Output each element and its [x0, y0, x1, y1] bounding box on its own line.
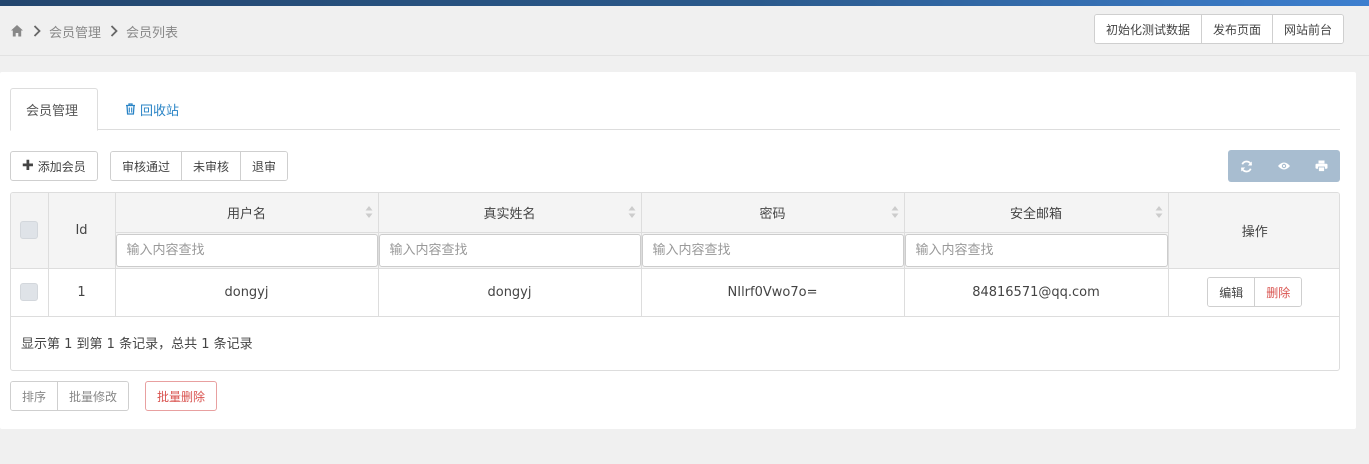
pagination-summary: 显示第 1 到第 1 条记录，总共 1 条记录: [11, 315, 1339, 369]
refresh-icon[interactable]: [1228, 150, 1265, 182]
select-all-cell: [11, 193, 49, 269]
add-member-label: 添加会员: [37, 159, 86, 174]
batch-delete-button[interactable]: 批量删除: [146, 382, 217, 410]
column-label-password: 密码: [759, 206, 786, 222]
sort-icon[interactable]: [891, 205, 899, 219]
breadcrumb-item-member-management[interactable]: 会员管理: [49, 22, 101, 41]
filter-cell-email: [903, 231, 1169, 269]
reject-review-button[interactable]: 退审: [240, 152, 288, 180]
chevron-right-icon: [33, 25, 41, 37]
init-test-data-button[interactable]: 初始化测试数据: [1094, 15, 1201, 43]
row-checkbox[interactable]: [20, 283, 39, 301]
trash-icon: [125, 103, 136, 115]
unreviewed-button[interactable]: 未审核: [181, 152, 241, 180]
tab-member-management[interactable]: 会员管理: [10, 88, 98, 131]
cell-realname: dongyj: [377, 267, 642, 317]
column-header-id: Id: [47, 193, 116, 269]
publish-page-button[interactable]: 发布页面: [1200, 15, 1272, 43]
add-member-wrapper: ✚ 添加会员: [10, 151, 98, 181]
password-filter-input[interactable]: [641, 233, 904, 267]
cell-email: 84816571@qq.com: [903, 267, 1169, 317]
column-header-username[interactable]: 用户名: [114, 193, 379, 233]
tab-recycle-bin[interactable]: 回收站: [110, 88, 194, 130]
sort-button[interactable]: 排序: [11, 382, 58, 410]
cell-password: NIlrf0Vwo7o=: [640, 267, 905, 317]
username-filter-input[interactable]: [115, 233, 378, 267]
sort-icon[interactable]: [365, 205, 373, 219]
cell-id: 1: [47, 267, 116, 317]
eye-icon[interactable]: [1265, 150, 1302, 182]
column-header-actions: 操作: [1167, 193, 1339, 269]
batch-delete-wrapper: 批量删除: [145, 381, 218, 411]
edit-button[interactable]: 编辑: [1208, 278, 1255, 306]
status-button-group: 审核通过 未审核 退审: [110, 151, 289, 181]
column-label-username: 用户名: [226, 206, 266, 222]
page-header: 会员管理 会员列表 初始化测试数据 发布页面 网站前台: [0, 6, 1369, 56]
column-header-email[interactable]: 安全邮箱: [903, 193, 1169, 233]
column-label-realname: 真实姓名: [483, 206, 536, 222]
sort-icon[interactable]: [628, 205, 636, 219]
add-member-button[interactable]: ✚ 添加会员: [11, 152, 97, 180]
cell-username: dongyj: [114, 267, 379, 317]
approve-button[interactable]: 审核通过: [111, 152, 182, 180]
batch-edit-button[interactable]: 批量修改: [57, 382, 129, 410]
column-label-email: 安全邮箱: [1009, 206, 1062, 222]
filter-cell-username: [114, 231, 379, 269]
tab-bar: 会员管理 回收站: [10, 88, 1340, 131]
member-table: Id 用户名 真实姓名 密码 安全邮箱 操作 输入内容查找 输入内容查找 输入内…: [10, 192, 1340, 371]
realname-filter-input[interactable]: [378, 233, 641, 267]
table-row: 1 dongyj dongyj NIlrf0Vwo7o= 84816571@qq…: [11, 267, 1339, 317]
cell-actions: 编辑 删除: [1167, 267, 1339, 317]
home-icon[interactable]: [10, 24, 24, 38]
table-tools: [1228, 150, 1340, 182]
filter-cell-password: [640, 231, 905, 269]
main-panel: 会员管理 回收站 ✚ 添加会员 审核通过 未审核 退审 Id 用户名 真实姓名 …: [0, 72, 1356, 429]
site-frontend-button[interactable]: 网站前台: [1271, 15, 1343, 43]
header-action-group: 初始化测试数据 发布页面 网站前台: [1093, 14, 1344, 44]
breadcrumb-item-member-list: 会员列表: [126, 25, 179, 41]
tab-recycle-label: 回收站: [140, 103, 180, 119]
page-scrollbar[interactable]: [1356, 56, 1369, 464]
sort-icon[interactable]: [1155, 205, 1163, 219]
chevron-right-icon: [110, 25, 118, 37]
select-all-checkbox[interactable]: [20, 221, 39, 240]
row-action-group: 编辑 删除: [1207, 277, 1303, 307]
delete-button[interactable]: 删除: [1254, 278, 1302, 306]
filter-cell-realname: [377, 231, 642, 269]
breadcrumb: 会员管理 会员列表: [10, 21, 178, 41]
column-header-realname[interactable]: 真实姓名: [377, 193, 642, 233]
print-icon[interactable]: [1303, 150, 1340, 182]
bottom-action-group: 排序 批量修改: [10, 381, 130, 411]
email-filter-input[interactable]: [904, 233, 1168, 267]
row-select-cell: [11, 267, 49, 317]
column-header-password[interactable]: 密码: [640, 193, 905, 233]
plus-icon: ✚: [22, 158, 34, 174]
